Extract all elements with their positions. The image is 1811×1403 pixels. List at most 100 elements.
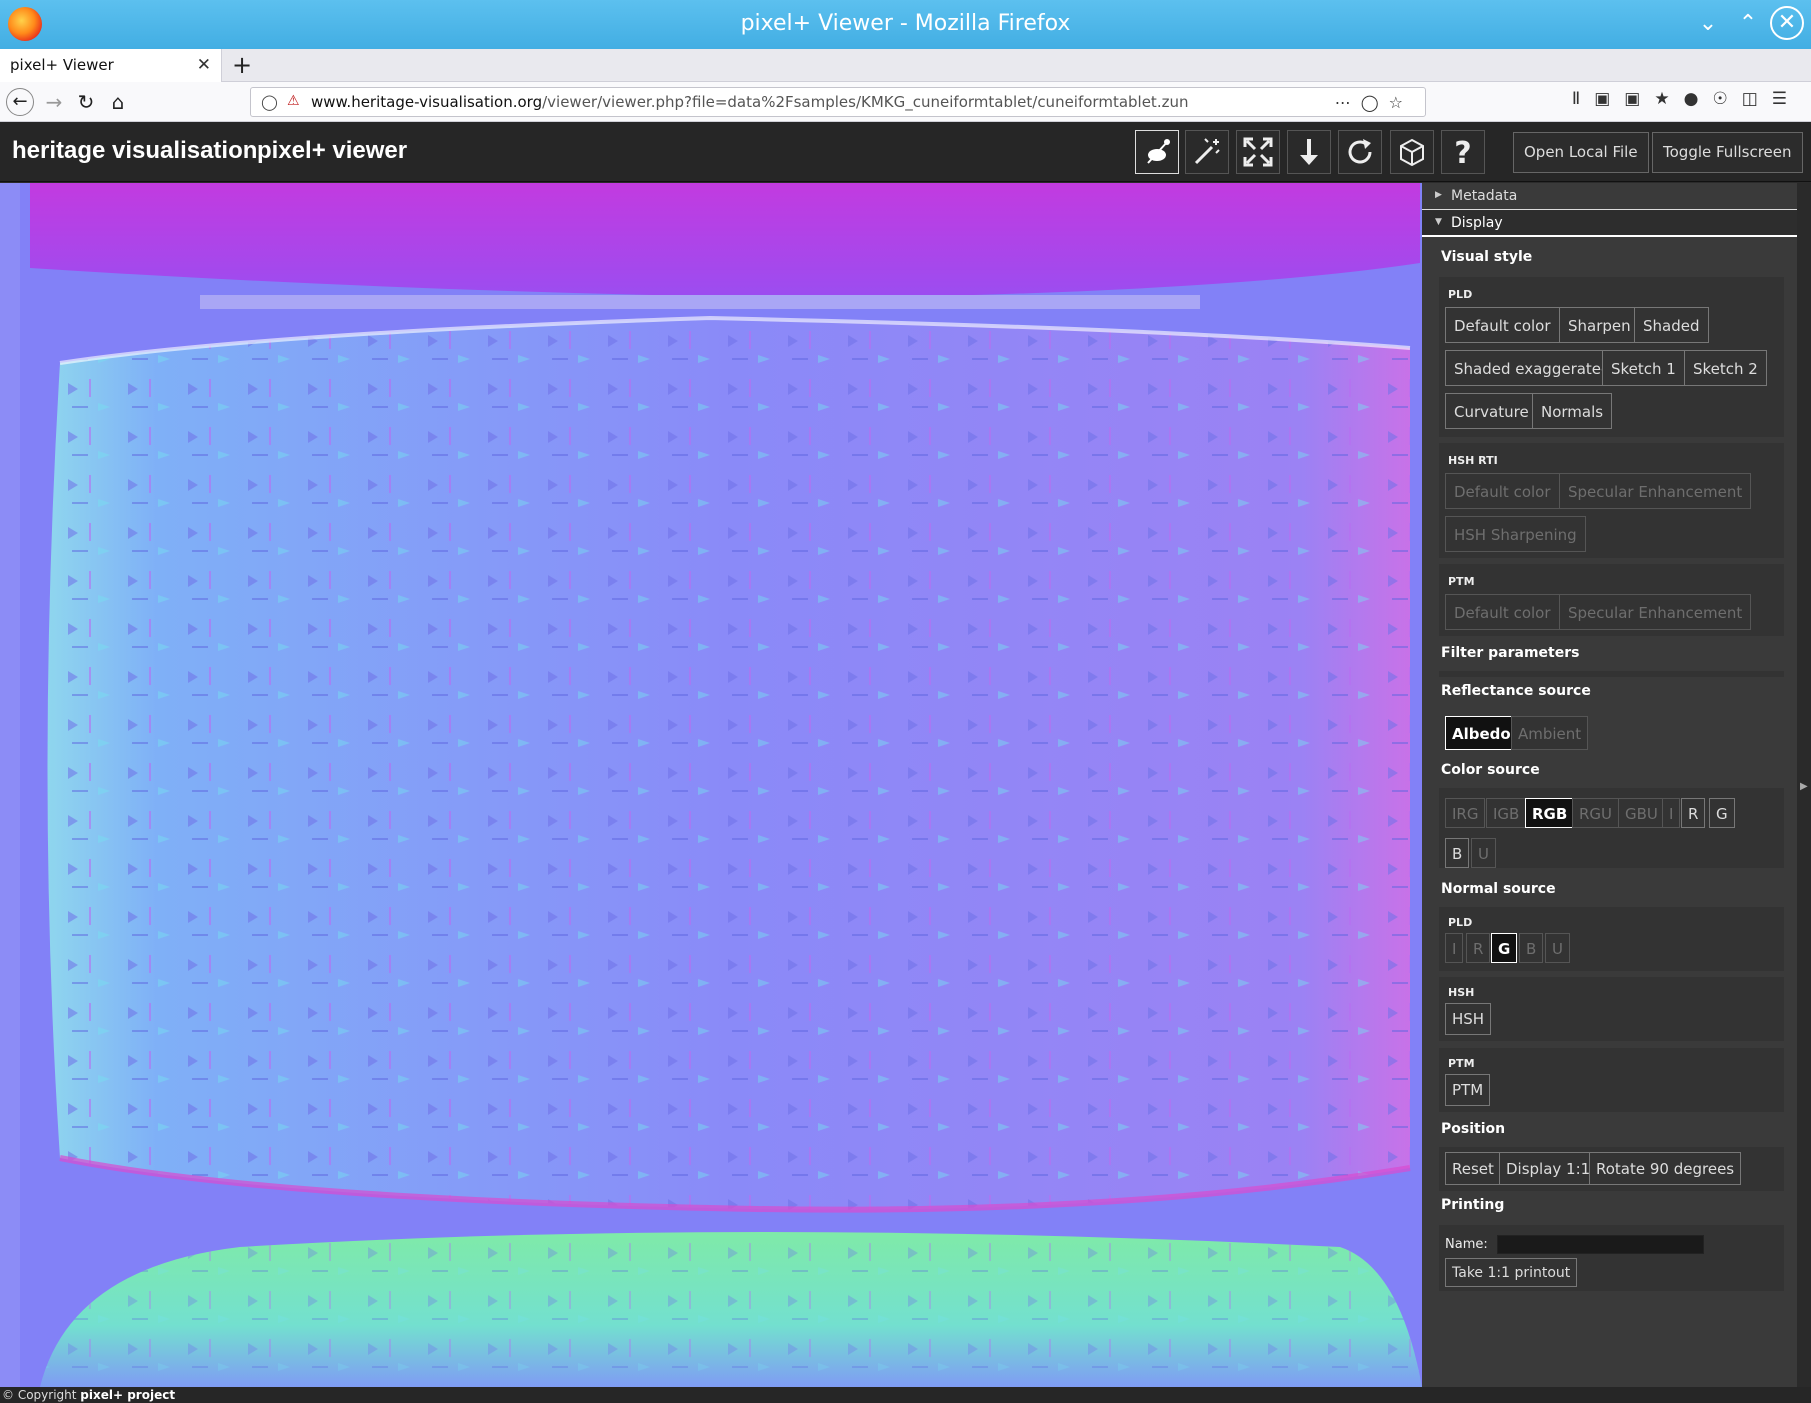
ptm-style-group: PTM Default color Specular Enhancement <box>1439 564 1784 636</box>
3d-box-icon[interactable] <box>1390 130 1434 174</box>
color-gbu-button[interactable]: GBU <box>1618 798 1665 828</box>
style-hsh-default-color-button[interactable]: Default color <box>1445 473 1560 509</box>
printing-heading: Printing <box>1441 1197 1505 1213</box>
pld-label: PLD <box>1448 288 1473 301</box>
color-u-button[interactable]: U <box>1471 838 1496 868</box>
viewer-canvas[interactable] <box>0 183 1422 1387</box>
help-icon[interactable]: ? <box>1441 130 1485 174</box>
color-source-group: IRG IGB RGB RGU GBU I R G B U <box>1439 788 1784 868</box>
metadata-accordion[interactable]: ▶ Metadata <box>1422 183 1797 210</box>
style-pld-default-color-button[interactable]: Default color <box>1445 307 1560 343</box>
rotate-icon[interactable] <box>1338 130 1382 174</box>
style-shaded-exaggerated-button[interactable]: Shaded exaggerated <box>1445 350 1620 386</box>
style-curvature-button[interactable]: Curvature <box>1445 393 1538 429</box>
style-sketch-2-button[interactable]: Sketch 2 <box>1684 350 1767 386</box>
bookmark-star-icon[interactable]: ☆ <box>1389 93 1413 112</box>
side-panel: ▶ Metadata ▼ Display Visual style PLD De… <box>1422 183 1797 1387</box>
shield-ext-icon[interactable]: ◫ <box>1742 89 1772 109</box>
reflectance-albedo-button[interactable]: Albedo <box>1445 716 1518 750</box>
pld-style-group: PLD Default color Sharpen Shaded Shaded … <box>1439 277 1784 437</box>
panel-scrollbar[interactable]: ▶ <box>1797 183 1811 1387</box>
rotate-90-button[interactable]: Rotate 90 degrees <box>1589 1152 1742 1185</box>
toggle-fullscreen-button[interactable]: Toggle Fullscreen <box>1652 132 1803 173</box>
normal-ptm-button[interactable]: PTM <box>1445 1074 1491 1106</box>
color-rgu-button[interactable]: RGU <box>1572 798 1620 828</box>
reload-icon[interactable]: ↻ <box>72 88 100 116</box>
copyright-text: © Copyright <box>2 1388 77 1402</box>
brand-link[interactable]: heritage visualisation <box>12 137 257 165</box>
color-r-button[interactable]: R <box>1681 798 1706 828</box>
normal-hsh-button[interactable]: HSH <box>1445 1003 1492 1035</box>
open-local-file-button[interactable]: Open Local File <box>1513 132 1649 173</box>
color-i-button[interactable]: I <box>1662 798 1681 828</box>
normal-ptm-group: PTM PTM <box>1439 1048 1784 1112</box>
style-sharpen-button[interactable]: Sharpen <box>1559 307 1640 343</box>
filter-parameters-heading: Filter parameters <box>1441 645 1580 661</box>
library-icon[interactable]: Ⅱ <box>1572 89 1594 109</box>
page-actions-icon[interactable]: ⋯ <box>1335 93 1361 112</box>
toolbar-icons: Ⅱ▣▣★●☉◫☰ <box>1572 89 1801 109</box>
color-g-button[interactable]: G <box>1709 798 1735 828</box>
normal-ptm-label: PTM <box>1448 1057 1475 1070</box>
color-igb-button[interactable]: IGB <box>1486 798 1527 828</box>
maximize-icon[interactable]: ⌃ <box>1730 6 1766 42</box>
color-irg-button[interactable]: IRG <box>1445 798 1486 828</box>
style-ptm-specular-button[interactable]: Specular Enhancement <box>1559 594 1752 630</box>
take-printout-button[interactable]: Take 1:1 printout <box>1445 1258 1578 1287</box>
url-path: /viewer/viewer.php?file=data%2Fsamples/K… <box>542 93 1189 111</box>
style-hsh-specular-button[interactable]: Specular Enhancement <box>1559 473 1752 509</box>
scroll-arrow-icon[interactable]: ▶ <box>1800 781 1808 792</box>
color-rgb-button[interactable]: RGB <box>1525 798 1575 828</box>
magic-wand-icon[interactable] <box>1185 130 1229 174</box>
normal-b-button[interactable]: B <box>1519 933 1544 963</box>
download-icon[interactable] <box>1287 130 1331 174</box>
tracking-shield-icon[interactable]: ◯ <box>261 93 278 111</box>
style-hsh-sharpening-button[interactable]: HSH Sharpening <box>1445 516 1586 552</box>
minimize-icon[interactable]: ⌄ <box>1690 6 1726 42</box>
extension-s-icon[interactable]: ▣ <box>1624 89 1654 109</box>
collapsed-triangle-icon: ▶ <box>1435 190 1442 200</box>
normal-u-button[interactable]: U <box>1545 933 1570 963</box>
svg-text:?: ? <box>1454 136 1471 169</box>
display-accordion[interactable]: ▼ Display <box>1422 210 1797 237</box>
hsh-rti-label: HSH RTI <box>1448 454 1498 467</box>
forward-icon[interactable]: → <box>40 88 68 116</box>
app-title: pixel+ viewer <box>257 137 408 164</box>
url-host: www.heritage-visualisation.org <box>311 93 543 111</box>
hsh-rti-style-group: HSH RTI Default color Specular Enhanceme… <box>1439 443 1784 558</box>
close-tab-icon[interactable]: ✕ <box>197 55 211 75</box>
close-window-icon[interactable]: ✕ <box>1770 6 1804 40</box>
browser-tab[interactable]: pixel+ Viewer ✕ <box>0 49 222 82</box>
display-1-1-button[interactable]: Display 1:1 <box>1499 1152 1598 1185</box>
style-normals-button[interactable]: Normals <box>1532 393 1613 429</box>
account-icon[interactable]: ☉ <box>1712 89 1741 109</box>
style-sketch-1-button[interactable]: Sketch 1 <box>1602 350 1685 386</box>
extension-notify-icon[interactable]: ★ <box>1654 89 1683 109</box>
display-label: Display <box>1451 215 1503 231</box>
insecure-lock-icon[interactable]: ⚠ <box>287 93 300 109</box>
tablet-normal-map-image <box>0 183 1422 1387</box>
pocket-icon[interactable]: ◯ <box>1361 93 1389 112</box>
normal-g-button[interactable]: G <box>1491 933 1518 963</box>
home-icon[interactable]: ⌂ <box>104 88 132 116</box>
new-tab-icon[interactable]: + <box>232 51 252 79</box>
project-name: pixel+ project <box>80 1388 176 1402</box>
light-direction-icon[interactable] <box>1135 130 1179 174</box>
metadata-label: Metadata <box>1451 188 1518 204</box>
color-b-button[interactable]: B <box>1445 838 1470 868</box>
normal-r-button[interactable]: R <box>1466 933 1491 963</box>
menu-icon[interactable]: ☰ <box>1772 89 1801 109</box>
address-bar[interactable]: ◯ ⚠ www.heritage-visualisation.org/viewe… <box>250 87 1426 117</box>
back-icon[interactable]: ← <box>6 88 34 116</box>
style-shaded-button[interactable]: Shaded <box>1634 307 1709 343</box>
printout-name-input[interactable] <box>1497 1235 1704 1254</box>
expand-icon[interactable] <box>1236 130 1280 174</box>
normal-i-button[interactable]: I <box>1445 933 1464 963</box>
reset-button[interactable]: Reset <box>1445 1152 1501 1185</box>
sidebar-icon[interactable]: ▣ <box>1594 89 1624 109</box>
extension-dark-icon[interactable]: ● <box>1684 89 1713 109</box>
reflectance-ambient-button[interactable]: Ambient <box>1511 716 1589 750</box>
style-ptm-default-color-button[interactable]: Default color <box>1445 594 1560 630</box>
normal-pld-label: PLD <box>1448 916 1473 929</box>
name-label: Name: <box>1445 1237 1488 1252</box>
